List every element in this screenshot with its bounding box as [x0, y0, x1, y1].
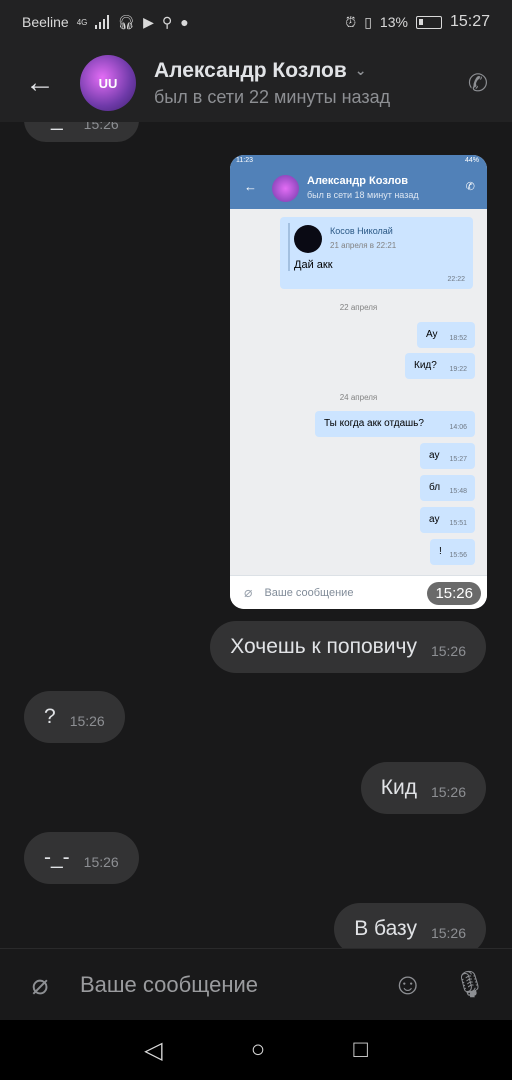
screenshot-message-text: бл	[429, 482, 441, 493]
image-time-badge: 15:26	[427, 582, 481, 605]
message-text: -_-	[44, 122, 70, 132]
panda-icon: ●	[180, 14, 189, 30]
screenshot-avatar	[272, 175, 299, 202]
image-attachment[interactable]: 11:23 44% ← Александр Козлов был в сети …	[230, 155, 487, 609]
message-time: 15:26	[83, 854, 119, 870]
battery-icon	[415, 15, 442, 29]
forward-author: Косов Николай	[330, 226, 393, 236]
screenshot-paperclip-icon: ⌀	[244, 584, 253, 600]
message-composer: ⌀ Ваше сообщение ☺ 🎙︎	[0, 948, 512, 1020]
screenshot-contact-status: был в сети 18 минут назад	[307, 190, 419, 200]
message-time: 15:26	[430, 643, 466, 659]
message-text: Кид	[380, 776, 417, 799]
screenshot-date-separator: 24 апреля	[339, 393, 378, 402]
nav-back-icon[interactable]: ◁	[144, 1036, 162, 1065]
screenshot-date-separator: 22 апреля	[339, 303, 378, 312]
search-icon: ⚲	[161, 13, 173, 30]
screenshot-message-text: !	[439, 546, 442, 557]
battery-percent: 13%	[379, 14, 408, 30]
network-type: 4G	[76, 17, 88, 27]
screenshot-message: Ты когда акк отдашь? 14:06	[315, 411, 475, 437]
signal-icon	[95, 15, 110, 29]
nav-home-icon[interactable]: ○	[251, 1036, 266, 1064]
screenshot-message: бл 15:48	[420, 475, 475, 501]
paperclip-icon[interactable]: ⌀	[0, 968, 80, 1001]
contact-name: Александр Козлов	[154, 58, 347, 82]
vibrate-icon: ▯	[364, 13, 372, 30]
play-icon: ▶	[143, 13, 154, 30]
screenshot-message: ау 15:27	[420, 443, 475, 469]
message-time: 15:26	[83, 122, 119, 132]
chevron-down-icon: ⌄	[354, 62, 367, 78]
message-bubble-incoming[interactable]: -_- 15:26	[24, 122, 139, 142]
forward-time: 22:22	[447, 276, 465, 283]
screenshot-forwarded-message: Косов Николай 21 апреля в 22:21 Дай акк …	[280, 217, 473, 289]
chat-header: ← UU Александр Козлов ⌄ был в сети 22 мин…	[0, 44, 512, 122]
headphones-icon: 🎧︎	[117, 13, 136, 30]
avatar-text: UU	[98, 75, 118, 91]
screenshot-message-text: Ау	[426, 329, 438, 340]
forward-text: Дай акк	[294, 259, 333, 271]
message-bubble-outgoing[interactable]: В базу 15:26	[334, 903, 486, 948]
contact-status: был в сети 22 минуты назад	[154, 86, 391, 107]
screenshot-phone-icon: ✆	[465, 181, 475, 193]
message-bubble-outgoing[interactable]: Хочешь к поповичу 15:26	[210, 621, 486, 673]
screenshot-message: ау 15:51	[420, 507, 475, 533]
screenshot-message-time: 14:06	[449, 424, 467, 431]
screenshot-status-time: 11:23	[236, 157, 253, 164]
alarm-icon: ⏰︎	[345, 13, 357, 30]
message-text: В базу	[354, 917, 417, 940]
message-text: -_-	[44, 846, 70, 869]
screenshot-message-time: 15:51	[449, 520, 467, 527]
screenshot-battery: 44%	[464, 157, 479, 164]
message-time: 15:26	[430, 925, 466, 941]
system-navigation-bar: ◁ ○ □	[0, 1020, 512, 1080]
message-list[interactable]: -_- 15:26 11:23 44% ← Александр Козлов б…	[0, 122, 512, 948]
message-input[interactable]: Ваше сообщение	[80, 972, 258, 998]
screenshot-input-placeholder: Ваше сообщение	[264, 586, 354, 599]
message-bubble-outgoing[interactable]: Кид 15:26	[360, 762, 486, 814]
screenshot-message: ! 15:56	[430, 539, 475, 565]
screenshot-message: Ау 18:52	[417, 322, 475, 348]
screenshot-message-time: 15:56	[449, 552, 467, 559]
microphone-icon[interactable]: 🎙︎	[453, 969, 486, 1000]
forward-date: 21 апреля в 22:21	[330, 241, 397, 250]
screenshot-contact-name: Александр Козлов	[307, 175, 408, 187]
screenshot-message-text: ау	[429, 514, 440, 525]
message-text: ?	[44, 705, 56, 728]
screenshot-back-icon: ←	[244, 179, 257, 194]
message-time: 15:26	[430, 784, 466, 800]
screenshot-message: Кид? 19:22	[405, 353, 475, 379]
screenshot-message-time: 18:52	[449, 335, 467, 342]
nav-recents-icon[interactable]: □	[353, 1036, 368, 1064]
contact-info[interactable]: Александр Козлов ⌄ был в сети 22 минуты н…	[154, 59, 390, 108]
status-bar: Beeline 4G 🎧︎ ▶ ⚲ ● ⏰︎ ▯ 13% 15:27	[0, 0, 512, 44]
screenshot-message-time: 19:22	[449, 366, 467, 373]
screenshot-message-time: 15:27	[449, 456, 467, 463]
phone-icon[interactable]: ✆	[468, 69, 488, 98]
clock: 15:27	[449, 13, 490, 30]
screenshot-message-text: Кид?	[414, 360, 437, 371]
avatar[interactable]: UU	[80, 55, 136, 111]
screenshot-message-text: ау	[429, 450, 440, 461]
emoji-icon[interactable]: ☺	[392, 968, 423, 1002]
forward-author-avatar	[294, 225, 322, 253]
screenshot-message-text: Ты когда акк отдашь?	[324, 418, 424, 429]
back-arrow-icon[interactable]: ←	[0, 44, 80, 122]
message-bubble-incoming[interactable]: -_- 15:26	[24, 832, 139, 884]
screenshot-header: 11:23 44% ← Александр Козлов был в сети …	[230, 155, 487, 209]
screenshot-message-time: 15:48	[449, 488, 467, 495]
message-time: 15:26	[69, 713, 105, 729]
message-bubble-incoming[interactable]: ? 15:26	[24, 691, 125, 743]
carrier-label: Beeline	[22, 14, 69, 30]
message-text: Хочешь к поповичу	[230, 635, 417, 658]
